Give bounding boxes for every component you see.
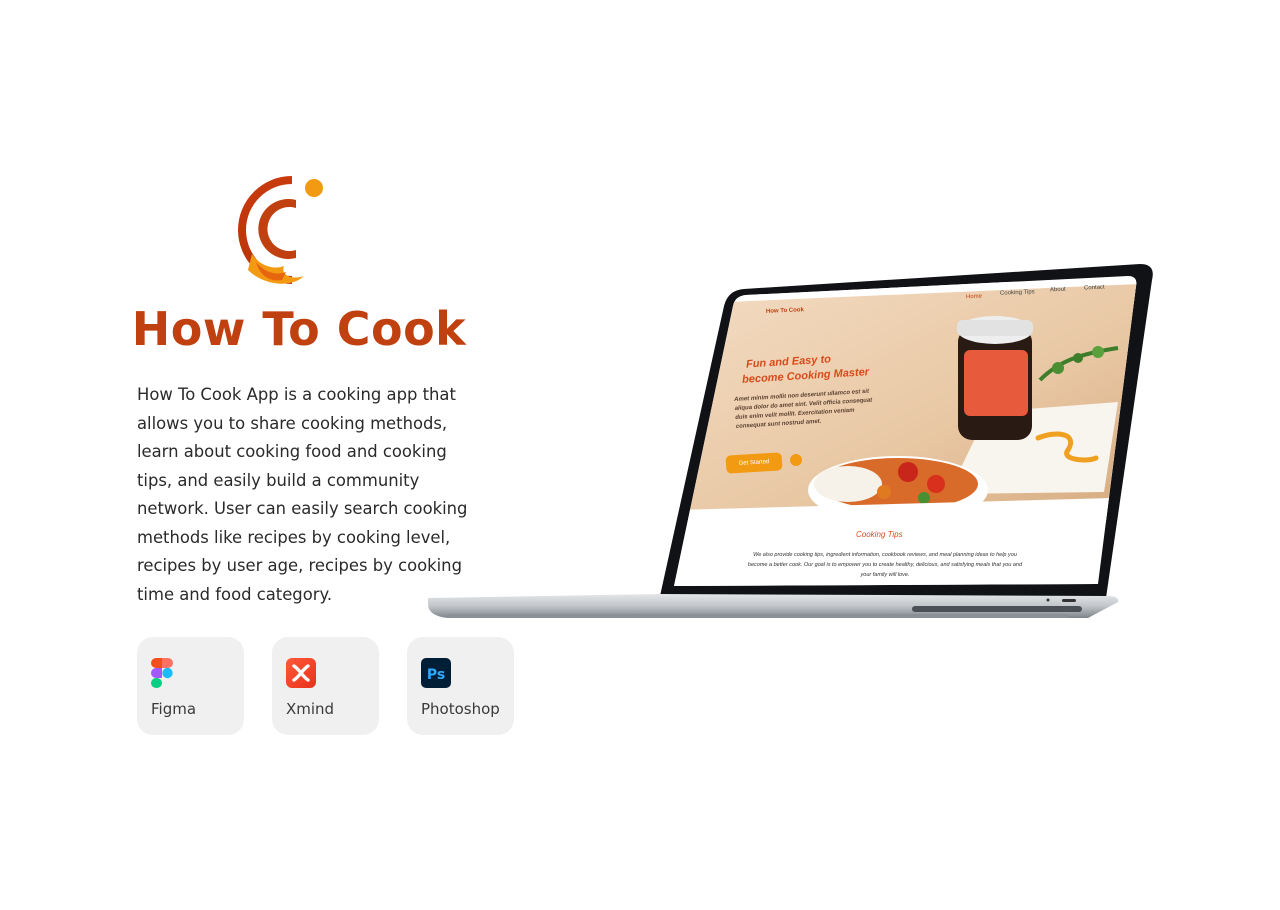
tool-label: Photoshop: [421, 700, 500, 718]
laptop-mockup: How To Cook Home Cooking Tips About Cont…: [428, 262, 1158, 624]
svg-text:Ps: Ps: [427, 667, 445, 683]
tool-label: Figma: [151, 700, 197, 718]
brand-logo-icon: [238, 176, 323, 284]
tool-card-figma: Figma: [137, 637, 244, 735]
figma-icon: [151, 658, 173, 688]
photoshop-icon: Ps: [421, 658, 451, 688]
laptop-frame: [428, 264, 1153, 618]
xmind-icon: [286, 658, 316, 688]
tool-card-photoshop: Ps Photoshop: [407, 637, 514, 735]
tool-label: Xmind: [286, 700, 335, 718]
project-description: How To Cook App is a cooking app that al…: [137, 385, 468, 604]
tool-card-xmind: Xmind: [272, 637, 379, 735]
